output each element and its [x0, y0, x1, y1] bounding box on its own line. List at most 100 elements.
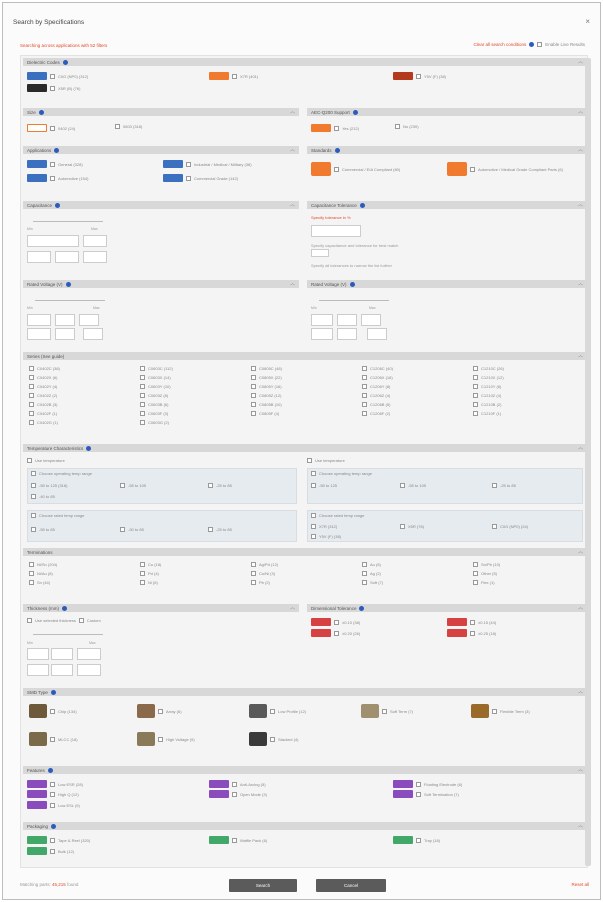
dielectric-option[interactable]: C0G (NP0) (312) — [27, 72, 88, 80]
size-option[interactable]: 0603 (318) — [115, 124, 142, 129]
capacitance-max-field[interactable] — [83, 235, 107, 247]
checkbox[interactable] — [251, 561, 256, 567]
section-header[interactable]: SMD Type ︿ — [23, 688, 587, 696]
checkbox[interactable] — [29, 570, 34, 576]
close-icon[interactable]: × — [585, 17, 590, 26]
checkbox-option[interactable]: C0402F (1) — [29, 409, 140, 417]
checkbox-option[interactable]: Other (5) — [473, 569, 584, 577]
checkbox-option[interactable]: C0402C (38) — [29, 364, 140, 372]
checkbox[interactable] — [208, 527, 213, 532]
checkbox-option[interactable]: C0402X (6) — [29, 373, 140, 381]
checkbox-option[interactable]: C1210F (1) — [473, 409, 584, 417]
checkbox[interactable] — [251, 570, 256, 576]
checkbox-option[interactable]: C1210Z (4) — [473, 391, 584, 399]
checkbox[interactable] — [29, 410, 34, 416]
temp-option[interactable]: -55 to 85 — [31, 527, 55, 532]
smd-option[interactable]: Array (6) — [137, 704, 182, 718]
checkbox[interactable] — [492, 483, 497, 488]
checkbox-option[interactable]: C1206Y (8) — [362, 382, 473, 390]
checkbox[interactable] — [362, 410, 367, 416]
checkbox[interactable] — [140, 401, 145, 407]
checkbox-option[interactable]: C1210C (26) — [473, 364, 584, 372]
voltage-max-field[interactable] — [361, 314, 381, 326]
temp-option[interactable]: -55 to 125 (318) — [31, 483, 67, 488]
checkbox-option[interactable]: Ni/Sn (204) — [29, 560, 140, 568]
thickness-mid-field[interactable] — [51, 648, 73, 660]
voltage-field[interactable] — [27, 328, 51, 340]
temp-option[interactable]: -40 to 85 — [31, 494, 55, 499]
collapse-icon[interactable]: ︿ — [578, 444, 583, 451]
tolerance-option[interactable]: ±0.15 (44) — [447, 618, 496, 626]
standard-option[interactable]: Automotive / Medical Grade Compliant Par… — [447, 162, 563, 176]
checkbox[interactable] — [251, 392, 256, 398]
checkbox[interactable] — [362, 365, 367, 371]
aec-option[interactable]: No (230) — [395, 124, 419, 129]
range-slider[interactable] — [35, 300, 105, 301]
checkbox[interactable] — [334, 166, 339, 172]
checkbox-option[interactable]: C1206F (2) — [362, 409, 473, 417]
checkbox[interactable] — [311, 471, 316, 476]
checkbox[interactable] — [50, 708, 55, 714]
section-header[interactable]: Temperature Characteristics ︿ — [23, 444, 587, 452]
section-header[interactable]: Features ︿ — [23, 766, 587, 774]
checkbox[interactable] — [31, 527, 36, 532]
thickness-field[interactable] — [51, 664, 73, 676]
thickness-min-field[interactable] — [27, 648, 49, 660]
checkbox[interactable] — [270, 736, 275, 742]
checkbox[interactable] — [50, 736, 55, 742]
range-slider[interactable] — [33, 634, 103, 635]
checkbox-option[interactable]: Cu/Ni (3) — [251, 569, 362, 577]
checkbox[interactable] — [473, 410, 478, 416]
temperature-toggle[interactable]: Use temperature — [307, 458, 345, 463]
checkbox[interactable] — [334, 630, 339, 636]
checkbox[interactable] — [470, 630, 475, 636]
checkbox[interactable] — [31, 494, 36, 499]
section-header[interactable]: Rated Voltage (V) ︿ — [23, 280, 299, 288]
checkbox[interactable] — [362, 570, 367, 576]
dielectric-option[interactable]: X7R (401) — [209, 72, 258, 80]
tolerance-field[interactable] — [311, 249, 329, 257]
checkbox[interactable] — [400, 524, 405, 529]
search-button[interactable]: Search — [229, 879, 297, 892]
checkbox[interactable] — [362, 401, 367, 407]
checkbox[interactable] — [27, 618, 32, 623]
checkbox[interactable] — [492, 524, 497, 529]
checkbox[interactable] — [31, 471, 36, 476]
checkbox[interactable] — [140, 410, 145, 416]
tolerance-field[interactable] — [311, 225, 361, 237]
application-option[interactable]: General (328) — [27, 160, 83, 168]
checkbox[interactable] — [50, 837, 55, 843]
feature-option[interactable]: Soft Termination (7) — [393, 790, 459, 798]
application-option[interactable]: Automotive (154) — [27, 174, 88, 182]
checkbox[interactable] — [416, 837, 421, 843]
collapse-icon[interactable]: ︿ — [578, 352, 583, 359]
voltage-min-field[interactable] — [311, 314, 333, 326]
checkbox[interactable] — [29, 579, 34, 585]
checkbox[interactable] — [232, 73, 237, 79]
checkbox[interactable] — [140, 374, 145, 380]
checkbox[interactable] — [362, 561, 367, 567]
voltage-field[interactable] — [311, 328, 333, 340]
collapse-icon[interactable]: ︿ — [578, 548, 583, 555]
checkbox[interactable] — [50, 791, 55, 797]
collapse-icon[interactable]: ︿ — [578, 146, 583, 153]
checkbox[interactable] — [270, 708, 275, 714]
checkbox[interactable] — [29, 374, 34, 380]
temperature-toggle[interactable]: Use temperature — [27, 458, 65, 463]
smd-option[interactable]: Soft Term (7) — [361, 704, 413, 718]
section-header[interactable]: Rated Voltage (V) ︿ — [307, 280, 587, 288]
checkbox[interactable] — [158, 708, 163, 714]
checkbox-option[interactable]: Ag/Pd (12) — [251, 560, 362, 568]
collapse-icon[interactable]: ︿ — [578, 766, 583, 773]
checkbox[interactable] — [473, 570, 478, 576]
checkbox-option[interactable]: C0805Y (16) — [251, 382, 362, 390]
temp-option[interactable]: -25 to 85 — [492, 483, 516, 488]
checkbox[interactable] — [50, 85, 55, 91]
collapse-icon[interactable]: ︿ — [290, 108, 295, 115]
feature-option[interactable]: Anti-Arcing (5) — [209, 780, 266, 788]
checkbox-option[interactable]: Pd (4) — [140, 569, 251, 577]
checkbox[interactable] — [232, 791, 237, 797]
section-header[interactable]: Capacitance Tolerance ︿ — [307, 201, 587, 209]
packaging-option[interactable]: Tape & Reel (320) — [27, 836, 90, 844]
checkbox[interactable] — [208, 483, 213, 488]
